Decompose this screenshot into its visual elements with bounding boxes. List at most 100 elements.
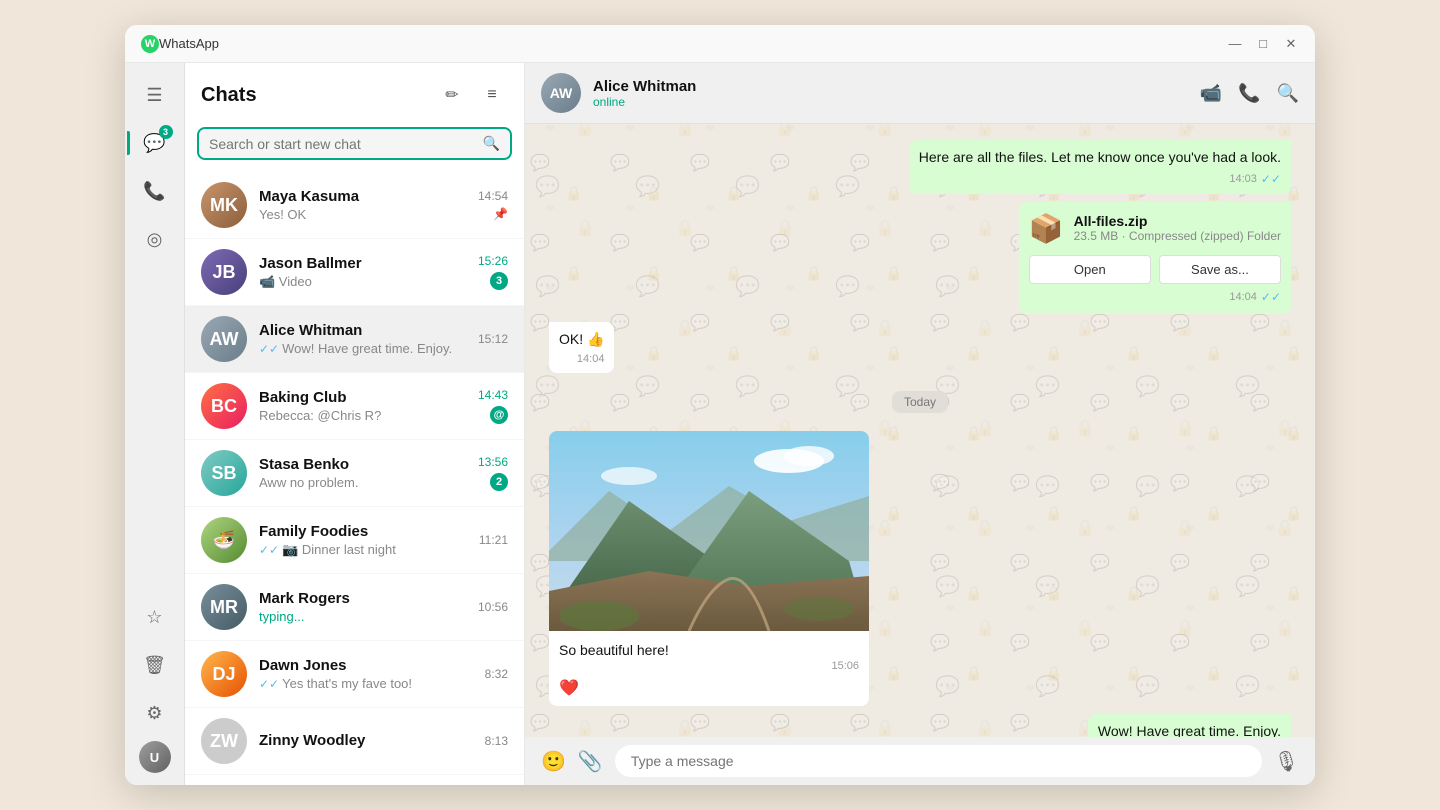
file-time: 14:04 [1229,291,1257,303]
title-bar: W WhatsApp — □ ✕ [125,25,1315,63]
search-bar: 🔍 [185,123,524,172]
avatar-zinny: ZW [201,718,247,764]
message-row-4: So beautiful here! 15:06 ❤️ [549,431,1291,706]
avatar-dawn: DJ [201,651,247,697]
avatar-stasa: SB [201,450,247,496]
chat-list-header: Chats ✏ ≡ [185,63,524,123]
minimize-button[interactable]: — [1227,36,1243,52]
nav-calls-icon[interactable]: 📞 [135,171,175,211]
chat-time-dawn: 8:32 [485,667,508,681]
message-row-2: 📦 All-files.zip 23.5 MB · Compressed (zi… [549,202,1291,314]
chat-preview-baking: Rebecca: @Chris R? [259,408,466,423]
nav-archive-icon[interactable]: 🗑 [135,645,175,685]
search-chat-button[interactable]: 🔍 [1277,83,1299,104]
chat-item-baking[interactable]: BC Baking Club Rebecca: @Chris R? 14:43 … [185,373,524,440]
mountain-image [549,431,869,631]
chat-item-mark[interactable]: MR Mark Rogers typing... 10:56 [185,574,524,641]
chat-name-maya: Maya Kasuma [259,188,466,205]
chat-name-jason: Jason Ballmer [259,255,466,272]
nav-status-icon[interactable]: ◎ [135,219,175,259]
chat-preview-jason: 📹 Video [259,274,466,290]
chat-item-alice[interactable]: AW Alice Whitman ✓✓ Wow! Have great time… [185,306,524,373]
messages-area: Here are all the files. Let me know once… [525,124,1315,737]
chat-name-alice: Alice Whitman [259,322,466,339]
chat-info-jason: Jason Ballmer 📹 Video [259,255,466,290]
left-nav: ☰ 💬 3 📞 ◎ ☆ 🗑 ⚙ U [125,63,185,785]
nav-chats-icon[interactable]: 💬 3 [135,123,175,163]
message-bubble-1: Here are all the files. Let me know once… [909,140,1291,194]
chat-window: 💬 🔒 ❤ AW Alice Whitman online [525,63,1315,785]
chat-time-family: 11:21 [479,533,508,547]
chat-time-zinny: 8:13 [485,734,508,748]
avatar-family: 🍜 [201,517,247,563]
chat-name-zinny: Zinny Woodley [259,732,473,749]
chat-time-jason: 15:26 [478,254,508,268]
chat-info-dawn: Dawn Jones ✓✓ Yes that's my fave too! [259,657,473,691]
chat-preview-dawn: ✓✓ Yes that's my fave too! [259,676,473,691]
image-caption-area: So beautiful here! 15:06 [549,636,869,676]
chat-meta-family: 11:21 [479,533,508,547]
maximize-button[interactable]: □ [1255,36,1271,52]
chat-meta-mark: 10:56 [478,600,508,614]
chat-list-title: Chats [201,84,428,107]
chat-item-dawn[interactable]: DJ Dawn Jones ✓✓ Yes that's my fave too!… [185,641,524,708]
file-meta: 14:04 ✓✓ [1029,290,1281,304]
chat-time-mark: 10:56 [478,600,508,614]
image-meta: 15:06 [559,660,859,672]
unread-badge-baking: @ [490,406,508,424]
chat-meta-baking: 14:43 @ [478,388,508,424]
chat-header-avatar: AW [541,73,581,113]
chat-preview-stasa: Aww no problem. [259,475,466,490]
app-window: W WhatsApp — □ ✕ ☰ 💬 3 📞 ◎ [125,25,1315,785]
avatar-baking: BC [201,383,247,429]
voice-call-button[interactable]: 📞 [1238,83,1260,104]
chat-preview-family: ✓✓ 📷 Dinner last night [259,542,467,558]
chat-time-maya: 14:54 [478,189,508,203]
search-icon: 🔍 [483,135,500,152]
open-file-button[interactable]: Open [1029,255,1151,284]
chat-item-jason[interactable]: JB Jason Ballmer 📹 Video 15:26 3 [185,239,524,306]
nav-settings-icon[interactable]: ⚙ [135,693,175,733]
search-input[interactable] [209,136,483,152]
chat-meta-stasa: 13:56 2 [478,455,508,491]
chat-meta-maya: 14:54 📌 [478,189,508,221]
emoji-button[interactable]: 🙂 [541,749,566,774]
input-bar: 🙂 📎 🎙 [525,737,1315,785]
chat-meta-zinny: 8:13 [485,734,508,748]
app-logo: W [141,35,159,53]
file-size: 23.5 MB · Compressed (zipped) Folder [1074,229,1281,243]
image-time: 15:06 [831,660,859,672]
chat-header: AW Alice Whitman online 📹 📞 🔍 [525,63,1315,124]
close-button[interactable]: ✕ [1283,36,1299,52]
new-chat-button[interactable]: ✏ [436,79,468,111]
chat-preview-mark: typing... [259,609,466,624]
search-wrapper: 🔍 [197,127,512,160]
day-divider: Today [549,393,1291,411]
file-name: All-files.zip [1074,213,1281,229]
chat-item-zinny[interactable]: ZW Zinny Woodley 8:13 [185,708,524,775]
chat-header-name: Alice Whitman [593,78,1188,95]
user-avatar[interactable]: U [139,741,171,773]
voice-message-button[interactable]: 🎙 [1274,749,1299,774]
chat-item-stasa[interactable]: SB Stasa Benko Aww no problem. 13:56 2 [185,440,524,507]
attach-button[interactable]: 📎 [578,749,603,774]
avatar-alice: AW [201,316,247,362]
image-bubble: So beautiful here! 15:06 ❤️ [549,431,869,706]
message-input[interactable] [615,745,1262,777]
message-meta-1: 14:03 ✓✓ [919,172,1281,186]
chat-item-family[interactable]: 🍜 Family Foodies ✓✓ 📷 Dinner last night … [185,507,524,574]
filter-button[interactable]: ≡ [476,79,508,111]
message-time-3: 14:04 [577,353,605,365]
chat-name-stasa: Stasa Benko [259,456,466,473]
chat-info-stasa: Stasa Benko Aww no problem. [259,456,466,490]
save-file-button[interactable]: Save as... [1159,255,1281,284]
message-text-3: OK! 👍 [559,330,604,350]
window-controls: — □ ✕ [1227,36,1299,52]
nav-menu-icon[interactable]: ☰ [135,75,175,115]
nav-starred-icon[interactable]: ☆ [135,597,175,637]
file-info: All-files.zip 23.5 MB · Compressed (zipp… [1074,213,1281,243]
chat-item-maya[interactable]: MK Maya Kasuma Yes! OK 14:54 📌 [185,172,524,239]
message-row-5: Wow! Have great time. Enjoy. 15:12 ✓✓ [549,714,1291,737]
video-call-button[interactable]: 📹 [1200,83,1222,104]
message-time-1: 14:03 [1229,173,1257,185]
